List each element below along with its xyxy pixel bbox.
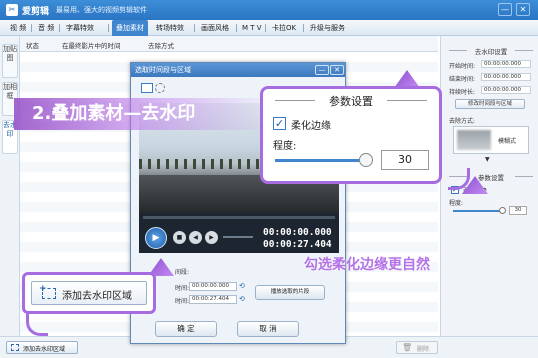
cancel-button[interactable]: 取 消 (237, 321, 299, 337)
end-time-field[interactable]: 00:00:00.000 (481, 73, 531, 81)
callout-add-area-label: 添加去水印区域 (62, 291, 132, 302)
menu-mtv[interactable]: M T V (238, 20, 266, 36)
modify-range-button[interactable]: 修改时间段与区域 (455, 99, 525, 109)
dialog-minimize-button[interactable]: — (315, 65, 329, 75)
app-name: 爱剪辑 (22, 7, 50, 17)
menu-bar: 视 频 音 频 字幕特效 叠加素材 转场特效 画面风格 M T V 卡拉OK 升… (0, 20, 538, 36)
chevron-down-icon[interactable]: ▼ (485, 156, 490, 163)
duration-label: 持续时长: (449, 89, 476, 96)
prev-frame-icon[interactable]: ◀ (189, 231, 202, 244)
duration-field[interactable]: 00:00:00.000 (481, 86, 531, 94)
start-label: 时间: (175, 285, 190, 292)
app-slogan: 最易用、强大的视频剪辑软件 (56, 6, 147, 14)
start-time-label: 开始时间: (449, 63, 476, 70)
menu-subtitle-effects[interactable]: 字幕特效 (62, 20, 98, 36)
callout-title: 参数设置 (263, 93, 439, 109)
add-area-icon (39, 284, 56, 299)
callout-degree-slider[interactable] (275, 159, 367, 162)
close-button[interactable]: ✕ (516, 3, 530, 16)
app-logo-icon: ✂ (6, 4, 18, 16)
left-tab-rail: 加贴图 加相框 去水印 (0, 36, 20, 336)
degree-slider-knob[interactable] (499, 207, 506, 214)
menu-picture-style[interactable]: 画面风格 (197, 20, 233, 36)
tutorial-banner: 2.叠加素材—去水印 (14, 98, 274, 130)
ok-button[interactable]: 确 定 (155, 321, 217, 337)
next-frame-icon[interactable]: ▶ (205, 231, 218, 244)
menu-video[interactable]: 视 频 (6, 20, 30, 36)
title-bar: ✂ 爱剪辑 最易用、强大的视频剪辑软件 — ✕ (0, 0, 538, 20)
degree-slider[interactable] (453, 210, 503, 212)
end-label: 时间: (175, 298, 190, 305)
add-watermark-area-button[interactable]: 添加去水印区域 (6, 341, 78, 354)
pick-start-icon[interactable]: ⟲ (239, 282, 249, 291)
method-preview[interactable]: 模糊式 (453, 126, 529, 154)
callout-slider-knob[interactable] (359, 153, 373, 167)
add-area-label: 添加去水印区域 (23, 346, 66, 353)
callout-degree-value[interactable]: 30 (381, 150, 429, 170)
ellipse-select-icon[interactable] (155, 83, 165, 93)
player-controls: ▶ ■ ◀ ▶ 00:00:00.000 00:00:27.404 (139, 213, 339, 253)
list-header: 状态 在最终影片中的时间 去除方式 (20, 36, 438, 52)
section-watermark-settings: 去水印设置 (449, 46, 533, 56)
menu-karaoke[interactable]: 卡拉OK (268, 20, 300, 36)
degree-label: 程度: (449, 200, 464, 207)
callout-add-area-button[interactable]: 添加去水印区域 (31, 281, 147, 305)
delete-label: 删除 (417, 346, 430, 353)
end-time-label: 结束时间: (449, 76, 476, 83)
timeline-bar[interactable] (143, 216, 335, 219)
total-time: 00:00:27.404 (263, 239, 332, 250)
play-selection-button[interactable]: 播放选取的片段 (255, 285, 325, 300)
menu-upgrade-service[interactable]: 升级与服务 (306, 20, 349, 36)
params-callout: 参数设置 ✓ 柔化边缘 程度: 30 (260, 86, 442, 184)
menu-overlay-material[interactable]: 叠加素材 (112, 20, 148, 36)
dialog-title: 选取时间段与区域 (131, 63, 345, 77)
minimize-button[interactable]: — (498, 3, 512, 16)
method-label: 去除方式: (449, 118, 476, 125)
trash-icon: 🗑 (402, 343, 413, 352)
dialog-close-button[interactable]: ✕ (330, 65, 344, 75)
add-area-callout: 添加去水印区域 (22, 272, 156, 314)
start-time-field[interactable]: 00:00:00.000 (481, 60, 531, 68)
column-removal-method: 去除方式 (148, 42, 174, 50)
column-time-in-film: 在最终影片中的时间 (62, 42, 121, 50)
callout-degree-label: 程度: (273, 141, 297, 152)
stop-icon[interactable]: ■ (173, 231, 186, 244)
add-area-icon (11, 344, 19, 351)
volume-slider[interactable] (223, 236, 253, 238)
menu-audio[interactable]: 音 频 (34, 20, 58, 36)
start-time-input[interactable]: 00:00:00.000 (189, 282, 237, 291)
rect-select-icon[interactable] (141, 83, 153, 93)
degree-value[interactable]: 30 (509, 206, 527, 215)
play-icon[interactable]: ▶ (145, 227, 167, 249)
callout-soft-edge-label: 柔化边缘 (291, 121, 331, 132)
blur-thumbnail (457, 130, 491, 150)
method-value: 模糊式 (498, 138, 517, 145)
callout-soft-edge-checkbox[interactable]: ✓ (273, 117, 286, 130)
tab-add-sticker[interactable]: 加贴图 (2, 44, 18, 78)
tutorial-tip: 勾选柔化边缘更自然 (304, 257, 430, 273)
pick-end-icon[interactable]: ⟲ (239, 295, 249, 304)
menu-transition-effects[interactable]: 转场特效 (152, 20, 188, 36)
column-status: 状态 (26, 42, 39, 50)
range-label: 间段: (175, 269, 190, 276)
delete-button[interactable]: 🗑 删除 (396, 341, 438, 354)
current-time: 00:00:00.000 (263, 227, 332, 238)
end-time-input[interactable]: 00:00:27.404 (189, 295, 237, 304)
callout-arrow-icon (26, 314, 48, 336)
